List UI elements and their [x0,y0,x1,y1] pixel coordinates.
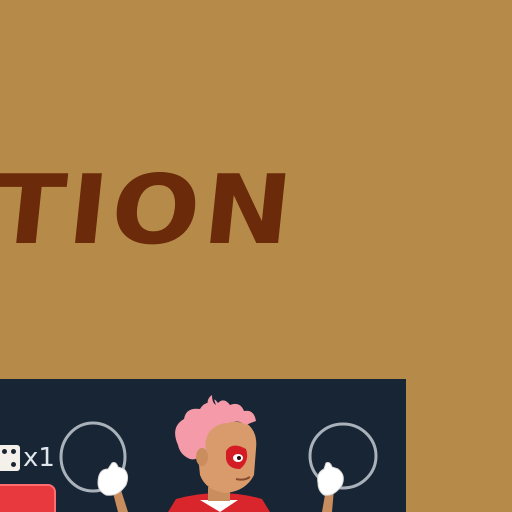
game-title: TION [0,153,301,267]
pupil [237,456,241,460]
game-screen: TION x1 [0,0,512,512]
ear [196,448,208,466]
right-glove-icon [317,462,344,496]
juggler-character [59,395,378,512]
